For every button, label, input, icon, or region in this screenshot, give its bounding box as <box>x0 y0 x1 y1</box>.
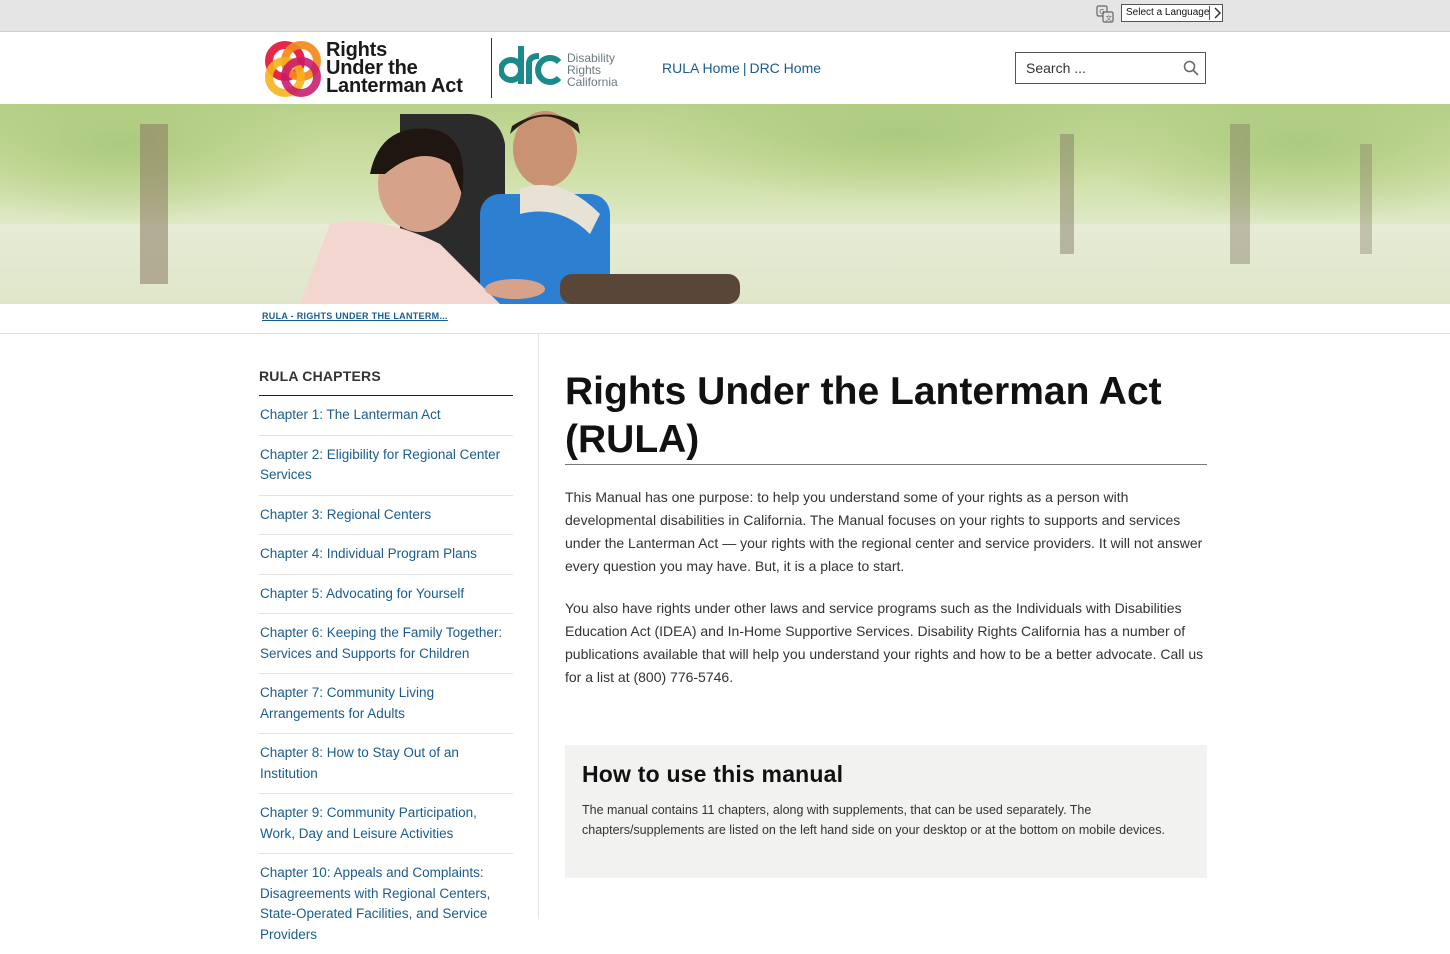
main-content: Rights Under the Lanterman Act (RULA) Th… <box>565 368 1207 878</box>
sidebar-item-chapter-2[interactable]: Chapter 2: Eligibility for Regional Cent… <box>259 436 513 496</box>
how-to-use-heading: How to use this manual <box>582 761 844 787</box>
nav-separator: | <box>742 60 747 76</box>
svg-text:文: 文 <box>1106 13 1113 22</box>
sidebar-heading: RULA CHAPTERS <box>259 368 513 396</box>
header-nav: RULA Home | DRC Home <box>662 60 821 76</box>
how-to-use-text: The manual contains 11 chapters, along w… <box>582 803 1165 837</box>
rula-logo-text[interactable]: Rights Under the Lanterman Act <box>326 40 486 96</box>
sidebar-item-chapter-8[interactable]: Chapter 8: How to Stay Out of an Institu… <box>259 734 513 794</box>
chapter-list: Chapter 1: The Lanterman Act Chapter 2: … <box>259 396 513 954</box>
chevron-right-icon <box>1214 7 1222 19</box>
how-to-use-box: How to use this manual The manual contai… <box>565 745 1207 878</box>
sidebar-item-chapter-3[interactable]: Chapter 3: Regional Centers <box>259 496 513 535</box>
svg-text:G: G <box>1099 8 1104 16</box>
sidebar-item-chapter-10[interactable]: Chapter 10: Appeals and Complaints: Disa… <box>259 854 513 954</box>
site-header: Rights Under the Lanterman Act Disabilit… <box>0 32 1450 104</box>
sidebar-item-chapter-5[interactable]: Chapter 5: Advocating for Yourself <box>259 575 513 614</box>
page-title: Rights Under the Lanterman Act (RULA) <box>565 368 1207 465</box>
language-select-label: Select a Language <box>1126 7 1210 18</box>
search-box <box>1015 52 1206 84</box>
translate-icon[interactable]: G 文 <box>1096 5 1114 23</box>
language-select[interactable]: Select a Language <box>1121 4 1223 22</box>
search-input[interactable] <box>1026 59 1176 77</box>
sidebar-item-chapter-4[interactable]: Chapter 4: Individual Program Plans <box>259 535 513 575</box>
sidebar-item-chapter-6[interactable]: Chapter 6: Keeping the Family Together: … <box>259 614 513 674</box>
hero-photo <box>0 104 1450 304</box>
rula-logo-icon[interactable] <box>263 39 325 99</box>
translate-bar: G 文 Select a Language <box>0 0 1450 32</box>
breadcrumb-bar: RULA - RIGHTS UNDER THE LANTERM... <box>0 304 1450 334</box>
rights-paragraph: You also have rights under other laws an… <box>565 600 1204 685</box>
hero-image <box>0 104 1450 304</box>
rula-home-link[interactable]: RULA Home <box>662 60 740 76</box>
sidebar-item-chapter-1[interactable]: Chapter 1: The Lanterman Act <box>259 396 513 436</box>
breadcrumb[interactable]: RULA - RIGHTS UNDER THE LANTERM... <box>262 311 448 321</box>
sidebar-item-chapter-9[interactable]: Chapter 9: Community Participation, Work… <box>259 794 513 854</box>
chapters-sidebar: RULA CHAPTERS Chapter 1: The Lanterman A… <box>259 368 513 954</box>
search-icon[interactable] <box>1183 60 1199 76</box>
sidebar-divider <box>538 334 539 919</box>
logo-divider <box>491 38 492 98</box>
sidebar-item-chapter-7[interactable]: Chapter 7: Community Living Arrangements… <box>259 674 513 734</box>
drc-logo-icon[interactable] <box>499 40 565 88</box>
drc-home-link[interactable]: DRC Home <box>749 60 821 76</box>
drc-logo-text[interactable]: Disability Rights California <box>567 52 618 88</box>
intro-paragraph: This Manual has one purpose: to help you… <box>565 489 1203 574</box>
